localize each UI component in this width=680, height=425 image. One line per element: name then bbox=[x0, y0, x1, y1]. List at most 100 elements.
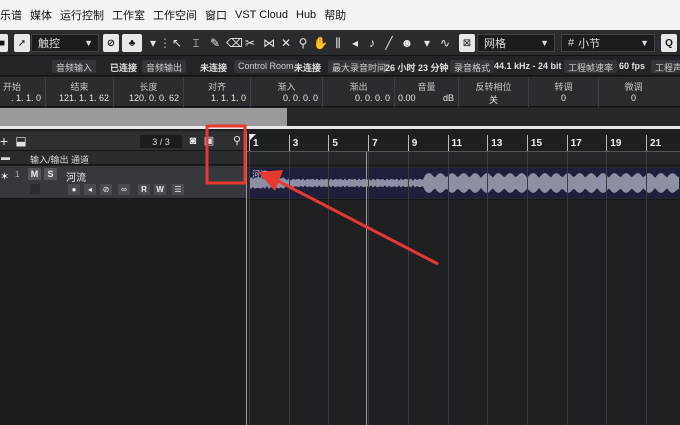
draw-tool-icon[interactable]: ✎ bbox=[208, 36, 222, 50]
automation-mode-icon[interactable]: ♣ bbox=[122, 34, 142, 52]
grid-line bbox=[407, 152, 409, 425]
edit-icon[interactable]: ⊘ bbox=[100, 184, 112, 195]
info-fade-out-header: 渐出 bbox=[349, 82, 368, 92]
ruler-tick bbox=[328, 135, 330, 151]
info-transpose[interactable]: 转调 0 bbox=[528, 77, 598, 107]
track-menu-icon[interactable]: ☰ bbox=[172, 184, 184, 195]
info-snap-header: 对齐 bbox=[207, 82, 226, 92]
search-icon[interactable]: ⚲ bbox=[230, 134, 244, 148]
menu-item-media[interactable]: 媒体 bbox=[30, 7, 52, 23]
comp-tool-icon[interactable]: ⫼ bbox=[331, 36, 345, 50]
ruler-tick bbox=[487, 135, 489, 151]
menu-item-workspaces[interactable]: 工作空间 bbox=[153, 7, 197, 23]
info-fade-in[interactable]: 渐入 0. 0. 0. 0 bbox=[250, 77, 322, 107]
ruler-bar-label: 21 bbox=[650, 138, 662, 149]
waveform bbox=[249, 173, 679, 193]
visibility-icon[interactable]: ▣ bbox=[202, 134, 216, 148]
chevron-down-icon: ▼ bbox=[84, 38, 93, 48]
info-volume[interactable]: 音量 0.00 dB bbox=[394, 77, 458, 107]
info-finetune[interactable]: 微调 0 bbox=[598, 77, 668, 107]
play-tool-icon[interactable]: ♪ bbox=[365, 36, 379, 50]
info-start[interactable]: 开始 . 1. 1. 0 bbox=[0, 77, 45, 107]
constrain-delay-icon[interactable]: ⊘ bbox=[103, 34, 119, 52]
track-presets-icon[interactable]: ⬓ bbox=[14, 134, 28, 148]
split-tool-icon[interactable]: ✂ bbox=[243, 36, 257, 50]
ruler[interactable]: 1 3 5 7 9 11 13 15 17 19 21 bbox=[247, 131, 680, 152]
menu-item-studio[interactable]: 工作室 bbox=[112, 7, 145, 23]
info-end[interactable]: 结束 121. 1. 1. 62 bbox=[45, 77, 113, 107]
info-line: 开始 . 1. 1. 0 结束 121. 1. 1. 62 长度 120. 0.… bbox=[0, 77, 680, 107]
grid-line bbox=[288, 152, 290, 425]
object-select-tool-icon[interactable]: ↖ bbox=[170, 36, 184, 50]
pointer-mode-icon[interactable]: ➚ bbox=[14, 34, 30, 52]
control-room-label: Control Room bbox=[234, 60, 298, 73]
menu-bar: 乐谱 媒体 运行控制 工作室 工作空间 窗口 VST Cloud Hub 帮助 bbox=[0, 0, 680, 30]
time-warp-tool-icon[interactable]: ◂ bbox=[348, 36, 362, 50]
snap-toggle-icon[interactable]: ∿ bbox=[438, 36, 452, 50]
folder-track[interactable]: ▬ 输入/输出 通道 bbox=[0, 151, 246, 165]
info-snap[interactable]: 对齐 1. 1. 1. 0 bbox=[183, 77, 250, 107]
grid-line bbox=[646, 152, 647, 425]
info-length[interactable]: 长度 120. 0. 0. 62 bbox=[113, 77, 183, 107]
ruler-bar-label: 9 bbox=[411, 138, 418, 149]
event-display[interactable]: 河流 bbox=[247, 152, 680, 425]
menu-item-transport[interactable]: 运行控制 bbox=[60, 7, 104, 23]
track-name[interactable]: 河流 bbox=[66, 169, 86, 184]
ruler-tick bbox=[526, 135, 528, 151]
zoom-tool-icon[interactable]: ⚲ bbox=[296, 36, 310, 50]
write-automation-button[interactable]: W bbox=[154, 184, 166, 195]
toolbar-left-edge-button[interactable]: ■ bbox=[0, 34, 8, 52]
mute-tool-icon[interactable]: ✕ bbox=[279, 36, 293, 50]
track-color-swatch[interactable] bbox=[30, 184, 40, 194]
zone-divider bbox=[0, 126, 680, 129]
quantize-dropdown[interactable]: # 小节 ▼ bbox=[561, 34, 655, 52]
menu-item-score[interactable]: 乐谱 bbox=[0, 7, 22, 23]
audio-event[interactable]: 河流 bbox=[249, 168, 680, 198]
read-automation-button[interactable]: R bbox=[138, 184, 150, 195]
glue-tool-icon[interactable]: ⋈ bbox=[262, 36, 276, 50]
project-cursor[interactable] bbox=[366, 152, 367, 425]
hand-tool-icon[interactable]: ✋ bbox=[313, 36, 328, 50]
info-invert-phase-header: 反转相位 bbox=[475, 82, 512, 92]
audio-input-value: 已连接 bbox=[110, 63, 138, 73]
menu-item-help[interactable]: 帮助 bbox=[324, 7, 346, 23]
info-invert-phase[interactable]: 反转相位 关 bbox=[458, 77, 528, 107]
chevron-down-icon[interactable]: ▾ bbox=[420, 36, 434, 50]
monitor-icon[interactable]: ◂ bbox=[84, 184, 96, 195]
snap-grid-icon[interactable]: ⊠ bbox=[459, 34, 475, 52]
mute-button[interactable]: M bbox=[28, 168, 41, 180]
erase-tool-icon[interactable]: ⌫ bbox=[226, 36, 243, 50]
record-format-value: 44.1 kHz - 24 bit bbox=[494, 61, 562, 71]
info-fade-out-value: 0. 0. 0. 0 bbox=[354, 93, 390, 103]
menu-item-vst-cloud[interactable]: VST Cloud bbox=[235, 9, 288, 21]
ruler-tick bbox=[249, 135, 250, 151]
line-tool-icon[interactable]: ╱ bbox=[382, 36, 396, 50]
grid-line bbox=[368, 152, 370, 425]
camera-icon[interactable]: ◙ bbox=[186, 134, 200, 148]
track-list-header: + ⬓ 3 / 3 ◙ ▣ ⚲ bbox=[0, 131, 246, 151]
chevron-down-icon: ▼ bbox=[540, 38, 549, 48]
record-enable-icon[interactable]: ● bbox=[68, 184, 80, 195]
info-transpose-header: 转调 bbox=[554, 82, 573, 92]
toolbar: ■ ➚ 触控 ▼ ⊘ ♣ ▾ ⋮ ↖ ⌶ ✎ ⌫ ✂ ⋈ ✕ ⚲ ✋ ⫼ ◂ ♪… bbox=[0, 30, 680, 56]
menu-item-hub[interactable]: Hub bbox=[296, 9, 316, 21]
audio-output-value: 未连接 bbox=[200, 63, 228, 73]
info-fade-out[interactable]: 渐出 0. 0. 0. 0 bbox=[322, 77, 394, 107]
audio-track[interactable]: ✶ 1 M S 河流 ● ◂ ⊘ ∞ R W ☰ bbox=[0, 166, 246, 199]
color-tool-icon[interactable]: ☻ bbox=[400, 36, 414, 50]
grid-type-dropdown[interactable]: 网格 ▼ bbox=[477, 34, 555, 52]
menu-item-window[interactable]: 窗口 bbox=[205, 7, 227, 23]
quantize-icon[interactable]: Q bbox=[661, 34, 677, 52]
link-icon[interactable]: ∞ bbox=[118, 184, 130, 195]
grid-type-value: 网格 bbox=[484, 38, 506, 50]
solo-button[interactable]: S bbox=[44, 168, 57, 180]
audio-track-icon: ✶ bbox=[0, 171, 10, 183]
info-transpose-value: 0 bbox=[560, 93, 566, 103]
touch-mode-dropdown[interactable]: 触控 ▼ bbox=[31, 34, 99, 52]
range-select-tool-icon[interactable]: ⌶ bbox=[189, 36, 203, 50]
info-invert-phase-value: 关 bbox=[488, 95, 498, 105]
ruler-tick bbox=[407, 135, 409, 151]
info-finetune-header: 微调 bbox=[624, 82, 643, 92]
add-track-icon[interactable]: + bbox=[0, 134, 11, 148]
ruler-bar-label: 19 bbox=[610, 138, 622, 149]
